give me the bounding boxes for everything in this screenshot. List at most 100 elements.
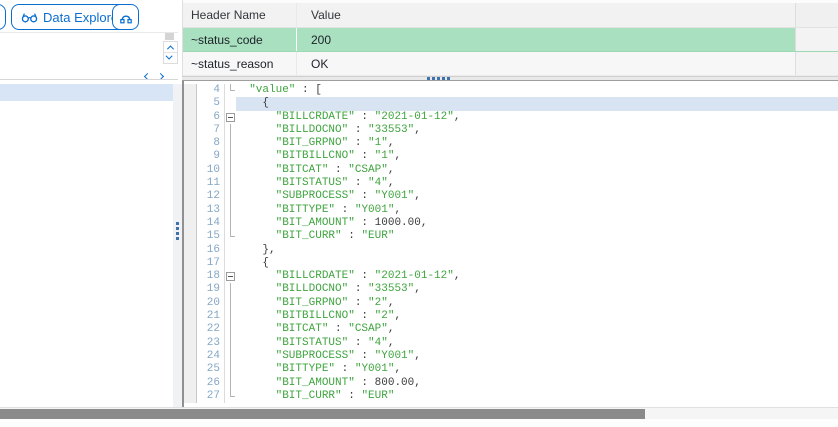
line-number: 16: [197, 243, 225, 257]
fold-gutter-cell: [225, 389, 236, 403]
chevron-up-icon: [166, 44, 175, 52]
code-line[interactable]: 18 "BILLCRDATE" : "2021-01-12",: [184, 270, 838, 284]
code-line[interactable]: 19 "BILLDOCNO" : "33553",: [184, 283, 838, 297]
splitter-grip-icon: [427, 77, 450, 80]
fold-guide-line: [230, 336, 231, 350]
code-text: "BILLDOCNO" : "33553",: [236, 124, 838, 137]
code-line[interactable]: 23 "BITSTATUS" : "4",: [184, 336, 838, 350]
code-text: "BITCAT" : "CSAP",: [236, 323, 838, 336]
code-text: "BIT_CURR" : "EUR": [236, 390, 838, 403]
line-number: 4: [197, 84, 225, 98]
code-line[interactable]: 12 "SUBPROCESS" : "Y001",: [184, 190, 838, 204]
code-line[interactable]: 24 "SUBPROCESS" : "Y001",: [184, 349, 838, 364]
scrollbar-thumb[interactable]: [0, 409, 645, 419]
code-line[interactable]: 6 "BILLCRDATE" : "2021-01-12",: [184, 110, 838, 124]
annotation-gutter-cell: [184, 270, 197, 284]
code-token: "BIT_AMOUNT": [275, 376, 355, 389]
code-token: {: [236, 97, 270, 110]
annotation-gutter-cell: [184, 190, 197, 204]
response-body-editor: 4 "value" : [5 {6 "BILLCRDATE" : "2021-0…: [182, 81, 838, 407]
annotation-gutter-cell: [184, 323, 197, 337]
sitemap-icon: [118, 9, 134, 25]
code-line[interactable]: 7 "BILLDOCNO" : "33553",: [184, 123, 838, 138]
code-text: "BIT_GRPNO" : "2",: [236, 297, 838, 310]
code-token: ,: [387, 323, 395, 336]
code-line[interactable]: 27 "BIT_CURR" : "EUR": [184, 389, 838, 404]
prev-button[interactable]: [143, 66, 152, 84]
code-line[interactable]: 21 "BITBILLCNO" : "2",: [184, 310, 838, 324]
code-line[interactable]: 25 "BITTYPE" : "Y001",: [184, 363, 838, 377]
code-line[interactable]: 4 "value" : [: [184, 84, 838, 98]
code-line[interactable]: 14 "BIT_AMOUNT" : 1000.00,: [184, 216, 838, 231]
next-button[interactable]: [156, 66, 165, 84]
code-token: "4": [368, 177, 388, 190]
code-text: "BILLCRDATE" : "2021-01-12",: [236, 111, 838, 124]
code-line[interactable]: 9 "BITBILLCNO" : "1",: [184, 150, 838, 164]
scroll-up-button[interactable]: [164, 42, 177, 52]
line-number: 22: [197, 323, 225, 337]
fold-toggle-icon[interactable]: [226, 272, 235, 282]
code-token: "2": [368, 296, 388, 309]
code-line[interactable]: 22 "BITCAT" : "CSAP",: [184, 323, 838, 337]
code-token: :: [354, 216, 375, 229]
annotation-gutter-cell: [184, 230, 197, 244]
line-number: 23: [197, 336, 225, 350]
page: Data Explorer Header Name Value ~status_…: [0, 0, 838, 427]
code-token: :: [348, 336, 369, 349]
code-line[interactable]: 20 "BIT_GRPNO" : "2",: [184, 296, 838, 311]
code-line[interactable]: 10 "BITCAT" : "CSAP",: [184, 163, 838, 178]
code-token: ,: [414, 376, 421, 389]
sitemap-button[interactable]: [112, 4, 139, 30]
code-text: "BIT_CURR" : "EUR": [236, 230, 838, 243]
code-text: "BIT_AMOUNT" : 800.00,: [236, 377, 838, 390]
code-token: "BIT_CURR": [275, 230, 342, 243]
code-line[interactable]: 26 "BIT_AMOUNT" : 800.00,: [184, 376, 838, 390]
code-line[interactable]: 16 },: [184, 243, 838, 257]
header-row[interactable]: ~status_code 200: [183, 28, 838, 52]
code-line[interactable]: 5 {: [184, 97, 838, 111]
code-token: ,: [414, 283, 421, 296]
code-line[interactable]: 11 "BITSTATUS" : "4",: [184, 177, 838, 191]
code-line[interactable]: 15 "BIT_CURR" : "EUR": [184, 230, 838, 244]
code-line[interactable]: 17 {: [184, 256, 838, 271]
annotation-gutter-cell: [184, 349, 197, 364]
horizontal-scrollbar[interactable]: [0, 407, 838, 419]
annotation-gutter-cell: [184, 84, 197, 98]
code-token: ,: [394, 310, 402, 323]
line-number: 24: [197, 349, 225, 364]
code-line[interactable]: 8 "BIT_GRPNO" : "1",: [184, 137, 838, 151]
code-token: "BITSTATUS": [275, 177, 349, 190]
line-number: 14: [197, 216, 225, 231]
code-token: :: [354, 190, 375, 203]
code-text: "BITSTATUS" : "4",: [236, 177, 838, 190]
header-row[interactable]: ~status_reason OK: [183, 52, 838, 76]
code-token: ,: [387, 163, 395, 176]
code-token: "BIT_GRPNO": [275, 296, 349, 309]
mini-scrollbar-thumb[interactable]: [165, 33, 174, 40]
fold-gutter-cell: [225, 137, 236, 151]
fold-guide-line: [230, 283, 231, 297]
vertical-splitter[interactable]: [173, 84, 182, 407]
horizontal-splitter[interactable]: [182, 76, 838, 81]
fold-guide-line: [230, 296, 231, 311]
fold-toggle-icon[interactable]: [226, 112, 235, 122]
line-number: 25: [197, 363, 225, 377]
scroll-down-button[interactable]: [164, 52, 177, 62]
annotation-gutter-cell: [184, 363, 197, 377]
line-number: 15: [197, 230, 225, 244]
fold-gutter-cell: [225, 363, 236, 377]
annotation-gutter-cell: [184, 123, 197, 138]
line-number: 6: [197, 110, 225, 124]
code-text: "BITCAT" : "CSAP",: [236, 164, 838, 177]
code-line[interactable]: 13 "BITTYPE" : "Y001",: [184, 203, 838, 217]
code-text: "BIT_AMOUNT" : 1000.00,: [236, 217, 838, 230]
partial-button[interactable]: [0, 4, 6, 30]
code-token: ,: [387, 177, 395, 190]
